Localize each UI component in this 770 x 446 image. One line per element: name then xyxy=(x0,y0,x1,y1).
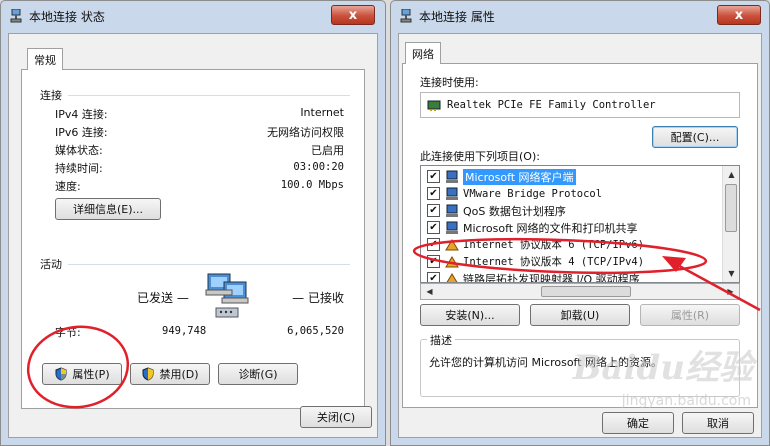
item-label: VMware Bridge Protocol xyxy=(463,187,603,200)
activity-header: 活动 xyxy=(40,258,62,271)
network-status-icon xyxy=(9,9,23,23)
items-label: 此连接使用下列项目(O): xyxy=(420,150,540,163)
network-protocol-icon xyxy=(445,204,459,218)
adapter-name: Realtek PCIe FE Family Controller xyxy=(447,99,656,111)
network-activity-icon xyxy=(200,270,256,325)
watermark-url: jingyan.baidu.com xyxy=(621,393,751,409)
close-icon: x xyxy=(734,7,744,23)
ipv6-label: IPv6 连接: xyxy=(55,126,108,139)
status-dialog: 本地连接 状态 x 常规 连接 IPv4 连接: Internet IPv6 连… xyxy=(0,0,386,446)
configure-button[interactable]: 配置(C)... xyxy=(652,126,738,148)
bytes-sent-value: 949,748 xyxy=(162,325,207,337)
tab-general[interactable]: 常规 xyxy=(27,48,63,70)
cancel-button-label: 取消 xyxy=(707,417,729,430)
speed-value: 100.0 Mbps xyxy=(280,179,344,191)
title-bar[interactable]: 本地连接 属性 xyxy=(391,1,769,31)
annotation-arrow xyxy=(412,237,761,312)
details-button-label: 详细信息(E)... xyxy=(72,203,144,216)
network-client-icon xyxy=(445,170,459,184)
speed-label: 速度: xyxy=(55,180,81,193)
close-button-label: 关闭(C) xyxy=(316,411,356,424)
ok-button-label: 确定 xyxy=(627,417,649,430)
scroll-up-icon[interactable]: ▲ xyxy=(724,167,739,182)
network-protocol-icon xyxy=(445,187,459,201)
diagnose-button-label: 诊断(G) xyxy=(238,368,278,381)
item-label: QoS 数据包计划程序 xyxy=(463,204,566,218)
ipv4-value: Internet xyxy=(300,106,344,119)
divider xyxy=(68,95,350,96)
tab-label: 常规 xyxy=(34,53,56,67)
divider xyxy=(68,264,350,265)
media-state-value: 已启用 xyxy=(311,144,344,157)
title-bar[interactable]: 本地连接 状态 xyxy=(1,1,385,31)
close-window-button[interactable]: x xyxy=(717,5,761,25)
uac-shield-icon xyxy=(141,367,155,381)
description-header: 描述 xyxy=(427,332,455,348)
close-icon: x xyxy=(348,7,358,23)
close-button[interactable]: 关闭(C) xyxy=(300,406,372,428)
details-button[interactable]: 详细信息(E)... xyxy=(55,198,161,220)
checkbox[interactable]: ✔ xyxy=(427,187,440,200)
configure-button-label: 配置(C)... xyxy=(670,131,720,144)
scroll-thumb[interactable] xyxy=(725,184,737,232)
close-window-button[interactable]: x xyxy=(331,5,375,25)
annotation-circle xyxy=(26,325,130,409)
list-item[interactable]: ✔ Microsoft 网络客户端 xyxy=(421,168,721,185)
list-item[interactable]: ✔ VMware Bridge Protocol xyxy=(421,185,721,202)
duration-label: 持续时间: xyxy=(55,162,103,175)
tab-label: 网络 xyxy=(412,47,434,61)
network-adapter-icon xyxy=(427,98,441,112)
tab-networking[interactable]: 网络 xyxy=(405,42,441,64)
received-label: — 已接收 xyxy=(292,291,344,305)
window-title: 本地连接 属性 xyxy=(419,9,495,24)
connection-header: 连接 xyxy=(40,89,62,102)
cancel-button[interactable]: 取消 xyxy=(682,412,754,434)
adapter-field: Realtek PCIe FE Family Controller xyxy=(420,92,740,118)
disable-button[interactable]: 禁用(D) xyxy=(130,363,210,385)
network-properties-icon xyxy=(399,9,413,23)
properties-dialog: 本地连接 属性 x 网络 连接时使用: Realtek PCIe FE Fami… xyxy=(390,0,770,446)
list-item[interactable]: ✔ QoS 数据包计划程序 xyxy=(421,202,721,219)
bytes-received-value: 6,065,520 xyxy=(287,325,344,337)
item-label: Microsoft 网络客户端 xyxy=(463,168,576,185)
ipv4-label: IPv4 连接: xyxy=(55,108,108,121)
window-title: 本地连接 状态 xyxy=(29,9,105,24)
disable-button-label: 禁用(D) xyxy=(159,368,199,381)
sent-label: 已发送 — xyxy=(137,291,189,305)
ipv6-value: 无网络访问权限 xyxy=(267,126,344,139)
media-state-label: 媒体状态: xyxy=(55,144,103,157)
duration-value: 03:00:20 xyxy=(293,161,344,173)
diagnose-button[interactable]: 诊断(G) xyxy=(218,363,298,385)
checkbox[interactable]: ✔ xyxy=(427,170,440,183)
connect-using-label: 连接时使用: xyxy=(420,76,479,89)
checkbox[interactable]: ✔ xyxy=(427,204,440,217)
watermark-logo: Baidu经验 xyxy=(572,348,753,388)
ok-button[interactable]: 确定 xyxy=(602,412,674,434)
